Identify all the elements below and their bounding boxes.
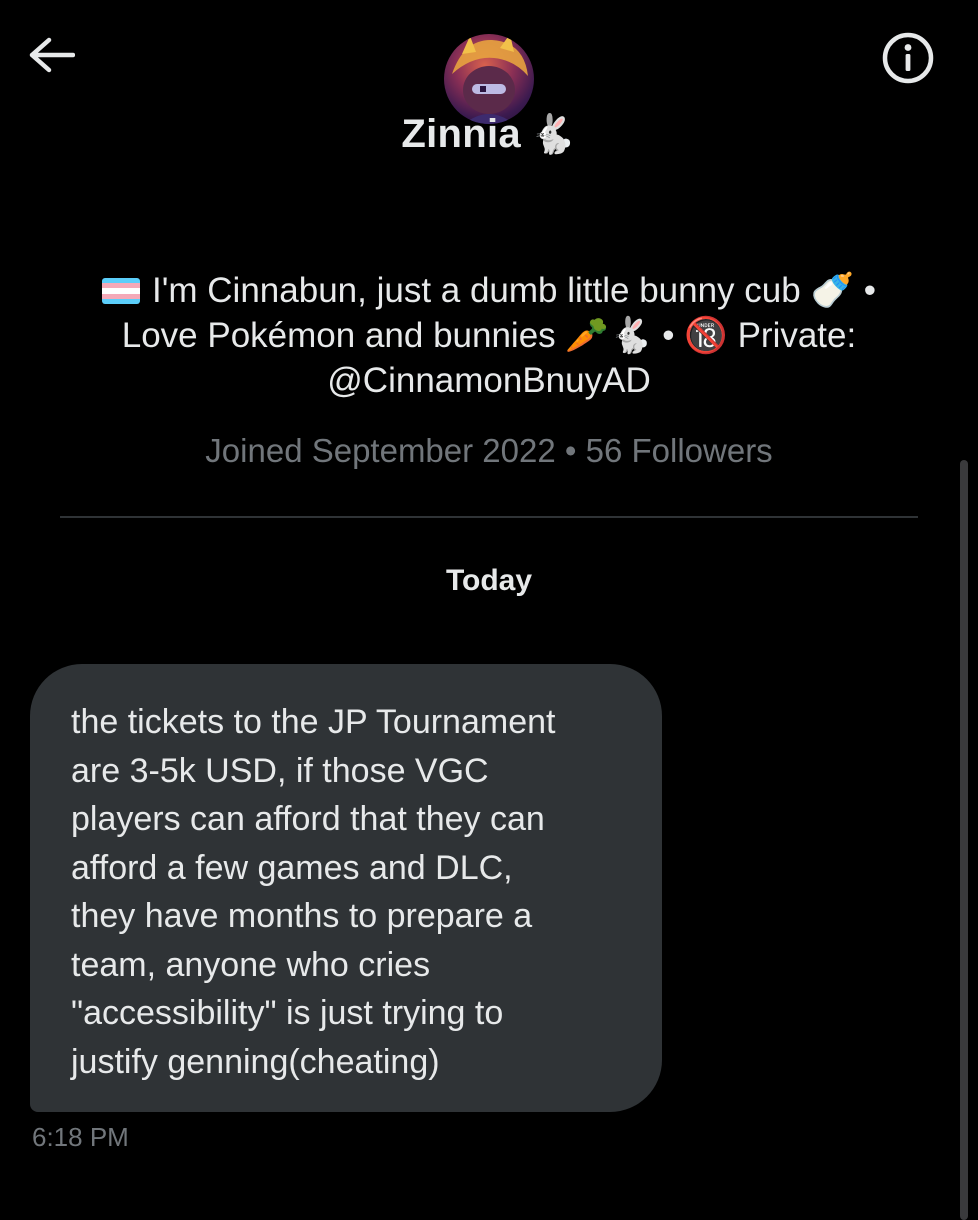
scrollbar[interactable]	[960, 460, 968, 1220]
profile-meta: Joined September 2022 • 56 Followers	[205, 432, 773, 469]
conversation-info-button[interactable]	[880, 30, 936, 86]
bio-line-1: I'm Cinnabun, just a dumb little bunny c…	[60, 268, 918, 313]
avatar-image	[452, 34, 528, 124]
date-separator: Today	[445, 564, 533, 597]
message-timestamp: 6:18 PM	[32, 1122, 129, 1152]
message-bubble[interactable]: the tickets to the JP Tournament are 3-5…	[30, 664, 662, 1112]
display-name: Zinnia	[401, 112, 521, 156]
avatar[interactable]	[444, 34, 534, 124]
rabbit-emoji: 🐇	[528, 114, 577, 156]
divider	[60, 516, 918, 518]
bio-line-1-text: I'm Cinnabun, just a dumb little bunny c…	[152, 271, 876, 310]
bio-line-2: Love Pokémon and bunnies 🥕🐇 • 🔞 Private:	[121, 316, 857, 355]
back-button[interactable]	[26, 32, 76, 78]
profile-bio: I'm Cinnabun, just a dumb little bunny c…	[60, 268, 918, 403]
bio-handle-link[interactable]: @CinnamonBnuyAD	[60, 358, 918, 403]
transgender-flag-icon	[102, 278, 140, 304]
conversation-title[interactable]: Zinnia 🐇	[0, 112, 978, 157]
arrow-left-icon	[29, 37, 75, 73]
info-circle-icon	[882, 32, 934, 84]
